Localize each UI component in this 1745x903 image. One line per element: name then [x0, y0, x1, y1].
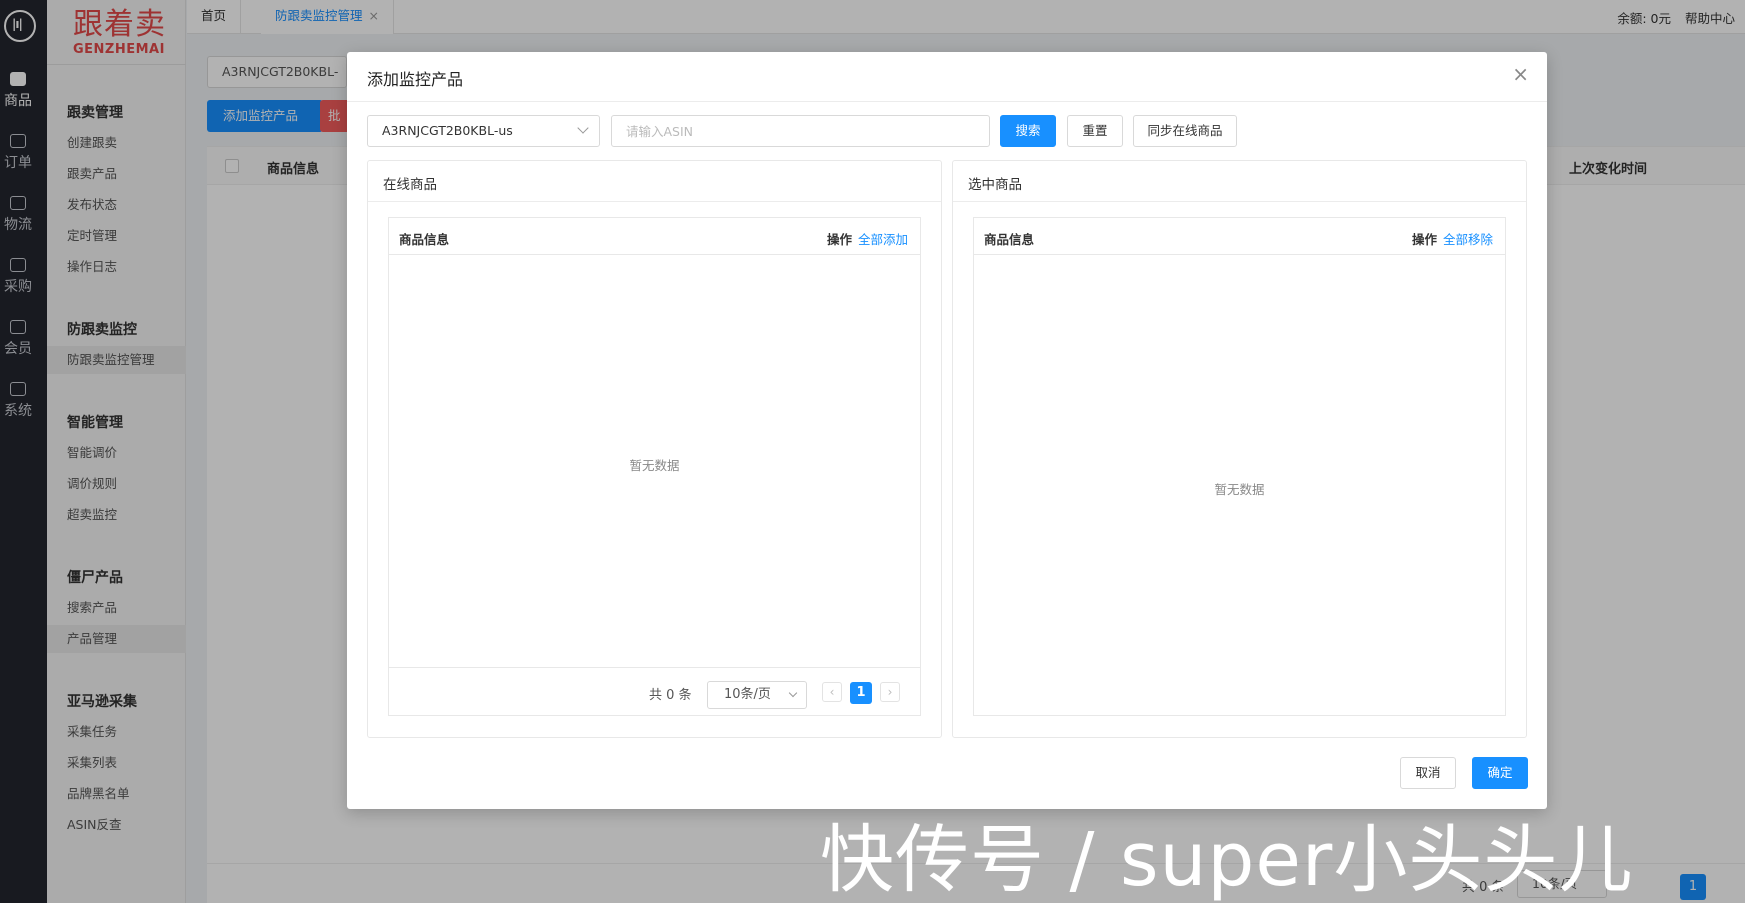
next-page-button[interactable]: › [880, 682, 900, 702]
chevron-down-icon [788, 688, 798, 698]
empty-state-text: 暂无数据 [1214, 482, 1265, 497]
modal-header: 添加监控产品 × [347, 52, 1547, 102]
sync-online-products-button[interactable]: 同步在线商品 [1133, 115, 1237, 147]
panel-title: 在线商品 [383, 177, 437, 193]
selected-products-panel: 选中商品 商品信息 操作 全部移除 暂无数据 [952, 160, 1527, 738]
empty-state-text: 暂无数据 [629, 458, 680, 473]
watermark-text: 快传号 / super小头头儿 [820, 817, 1634, 903]
search-button[interactable]: 搜索 [1000, 115, 1056, 147]
add-all-link[interactable]: 全部添加 [858, 232, 908, 247]
reset-button[interactable]: 重置 [1067, 115, 1123, 147]
list-header: 商品信息 操作 全部移除 [974, 218, 1505, 255]
asin-search-input[interactable] [611, 115, 990, 147]
store-select-value: A3RNJCGT2B0KBL-us [382, 123, 513, 138]
page-size-select[interactable]: 10条/页 [707, 681, 807, 709]
remove-all-link[interactable]: 全部移除 [1443, 232, 1493, 247]
divider [368, 201, 941, 202]
column-product-info: 商品信息 [399, 232, 450, 247]
column-product-info: 商品信息 [984, 232, 1035, 247]
total-count: 共 0 条 [649, 688, 692, 703]
selected-products-list: 商品信息 操作 全部移除 暂无数据 [973, 217, 1506, 716]
pagination: 共 0 条 10条/页 ‹ 1 › [389, 667, 920, 715]
page-size-value: 10条/页 [724, 687, 771, 702]
column-operation: 操作 全部添加 [827, 229, 908, 248]
list-header: 商品信息 操作 全部添加 [389, 218, 920, 255]
column-operation: 操作 全部移除 [1412, 229, 1493, 248]
online-products-panel: 在线商品 商品信息 操作 全部添加 暂无数据 共 0 条 10条/页 ‹ 1 › [367, 160, 942, 738]
online-products-list: 商品信息 操作 全部添加 暂无数据 共 0 条 10条/页 ‹ 1 › [388, 217, 921, 716]
panel-title: 选中商品 [968, 177, 1022, 193]
close-icon[interactable]: × [1512, 64, 1529, 84]
add-monitor-modal: 添加监控产品 × A3RNJCGT2B0KBL-us 搜索 重置 同步在线商品 … [347, 52, 1547, 809]
chevron-down-icon [577, 122, 589, 134]
current-page-button[interactable]: 1 [850, 682, 872, 704]
confirm-button[interactable]: 确定 [1472, 757, 1528, 789]
divider [953, 201, 1526, 202]
store-select[interactable]: A3RNJCGT2B0KBL-us [367, 115, 600, 147]
prev-page-button[interactable]: ‹ [822, 682, 842, 702]
cancel-button[interactable]: 取消 [1400, 757, 1456, 789]
operation-label: 操作 [1411, 232, 1437, 247]
modal-title: 添加监控产品 [367, 70, 464, 89]
operation-label: 操作 [826, 232, 852, 247]
